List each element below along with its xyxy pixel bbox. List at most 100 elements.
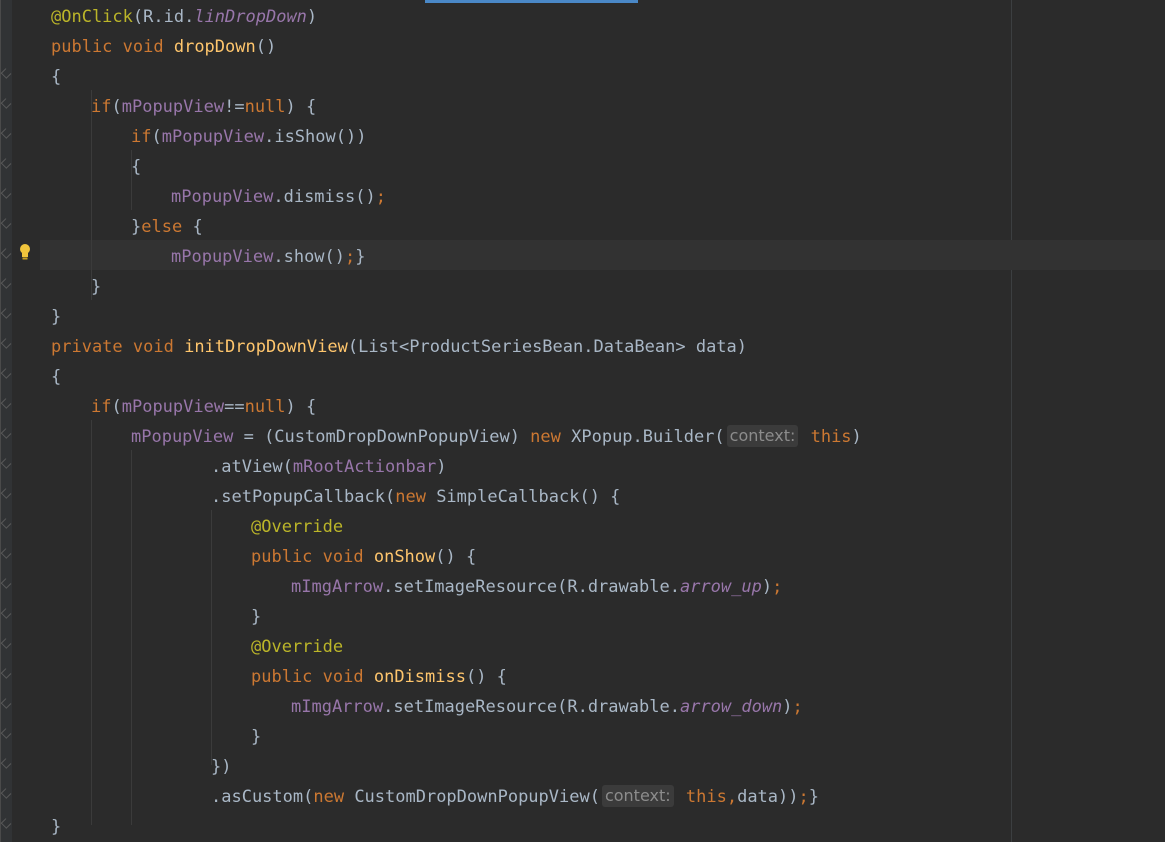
code-line[interactable]: public void dropDown(): [51, 32, 276, 62]
code-line[interactable]: mPopupView = (CustomDropDownPopupView) n…: [131, 422, 862, 452]
code-token: XPopup.Builder(: [571, 427, 725, 447]
code-token: data)): [737, 787, 799, 807]
code-line[interactable]: }: [51, 302, 61, 332]
code-token: initDropDownView: [184, 337, 348, 357]
code-token: void: [132, 337, 185, 357]
code-line[interactable]: .setPopupCallback(new SimpleCallback() {: [211, 482, 620, 512]
code-token: ;: [345, 247, 356, 267]
active-tab-indicator: [425, 0, 638, 3]
code-token: .asCustom(: [211, 787, 314, 807]
code-token: ): [306, 7, 318, 27]
parameter-hint: context:: [601, 785, 674, 807]
code-token: {: [192, 217, 203, 237]
code-line[interactable]: }: [91, 272, 101, 302]
code-token: (: [151, 127, 162, 147]
code-token: ): [782, 697, 793, 717]
code-token: .dismiss(): [273, 187, 376, 207]
code-token: () {: [435, 547, 477, 567]
code-token: ;: [798, 787, 809, 807]
code-token: }: [251, 607, 262, 627]
indent-guide: [131, 450, 132, 825]
code-token: void: [122, 37, 174, 57]
code-token: new: [313, 787, 355, 807]
indent-guide: [91, 420, 92, 825]
code-token: ;: [375, 187, 386, 207]
code-token: arrow_down: [679, 697, 783, 717]
code-token: }: [51, 817, 62, 837]
code-token: (: [132, 7, 144, 27]
code-token: if: [131, 127, 152, 147]
code-token: }: [91, 277, 102, 297]
code-token: mImgArrow: [291, 697, 384, 717]
code-token: null: [244, 97, 286, 117]
code-token: this: [800, 427, 852, 447]
code-token: .setImageResource(R.drawable.: [383, 577, 680, 597]
code-line[interactable]: mImgArrow.setImageResource(R.drawable.ar…: [291, 692, 803, 722]
code-line[interactable]: @Override: [251, 632, 343, 662]
code-line[interactable]: @OnClick(R.id.linDropDown): [51, 2, 317, 32]
code-token: ==: [224, 397, 245, 417]
code-line[interactable]: {: [51, 362, 61, 392]
code-line[interactable]: }else {: [131, 212, 203, 242]
code-token: new: [395, 487, 437, 507]
code-token: (): [255, 37, 277, 57]
code-token: CustomDropDownPopupView(: [354, 787, 600, 807]
code-token: .show(): [273, 247, 346, 267]
code-token: public: [51, 37, 123, 57]
code-token: dropDown: [173, 37, 256, 57]
code-token: @OnClick: [51, 7, 133, 27]
code-token: .setPopupCallback(: [211, 487, 396, 507]
code-token: new: [530, 427, 572, 447]
code-line[interactable]: private void initDropDownView(List<Produ…: [51, 332, 747, 362]
code-line[interactable]: }: [251, 722, 261, 752]
code-token: (: [111, 97, 122, 117]
code-line[interactable]: }): [211, 752, 231, 782]
code-token: (List<ProductSeriesBean.DataBean> data): [347, 337, 748, 357]
code-line[interactable]: }: [51, 812, 61, 842]
code-token: }: [251, 727, 262, 747]
code-token: null: [244, 397, 286, 417]
code-line[interactable]: if(mPopupView==null) {: [91, 392, 316, 422]
code-token: onDismiss: [373, 667, 466, 687]
code-line[interactable]: public void onDismiss() {: [251, 662, 507, 692]
right-margin-guide: [1011, 0, 1012, 842]
code-token: void: [322, 547, 374, 567]
indent-guide: [211, 510, 212, 765]
code-token: if: [91, 97, 112, 117]
code-token: if: [91, 397, 112, 417]
lightbulb-icon[interactable]: [18, 243, 32, 261]
code-token: private: [51, 337, 133, 357]
code-token: mPopupView: [171, 247, 274, 267]
code-token: ): [761, 577, 773, 597]
code-line[interactable]: }: [251, 602, 261, 632]
code-line[interactable]: {: [131, 152, 141, 182]
code-line[interactable]: if(mPopupView!=null) {: [91, 92, 316, 122]
code-line[interactable]: if(mPopupView.isShow()): [131, 122, 366, 152]
code-line[interactable]: public void onShow() {: [251, 542, 476, 572]
code-token: ): [436, 457, 447, 477]
code-token: linDropDown: [194, 7, 307, 27]
code-token: ) {: [285, 397, 317, 417]
code-line[interactable]: mImgArrow.setImageResource(R.drawable.ar…: [291, 572, 782, 602]
code-token: {: [131, 157, 142, 177]
code-token: else: [141, 217, 193, 237]
code-token: }): [211, 757, 232, 777]
code-token: mRootActionbar: [292, 457, 437, 477]
code-token: ): [851, 427, 862, 447]
editor-gutter[interactable]: [0, 0, 12, 842]
code-editor[interactable]: @OnClick(R.id.linDropDown) public void dr…: [0, 0, 1165, 842]
code-token: @Override: [251, 637, 344, 657]
code-line[interactable]: .atView(mRootActionbar): [211, 452, 446, 482]
code-token: @Override: [251, 517, 344, 537]
code-token: mPopupView: [121, 397, 225, 417]
code-line[interactable]: {: [51, 62, 61, 92]
code-line[interactable]: mPopupView.show();}: [171, 242, 366, 272]
code-line[interactable]: .asCustom(new CustomDropDownPopupView(co…: [211, 782, 819, 812]
code-token: }: [808, 787, 819, 807]
code-token: .atView(: [211, 457, 293, 477]
code-token: }: [51, 307, 62, 327]
code-token: arrow_up: [679, 577, 762, 597]
code-line[interactable]: @Override: [251, 512, 343, 542]
code-line[interactable]: mPopupView.dismiss();: [171, 182, 386, 212]
fold-line: [0, 0, 1, 842]
